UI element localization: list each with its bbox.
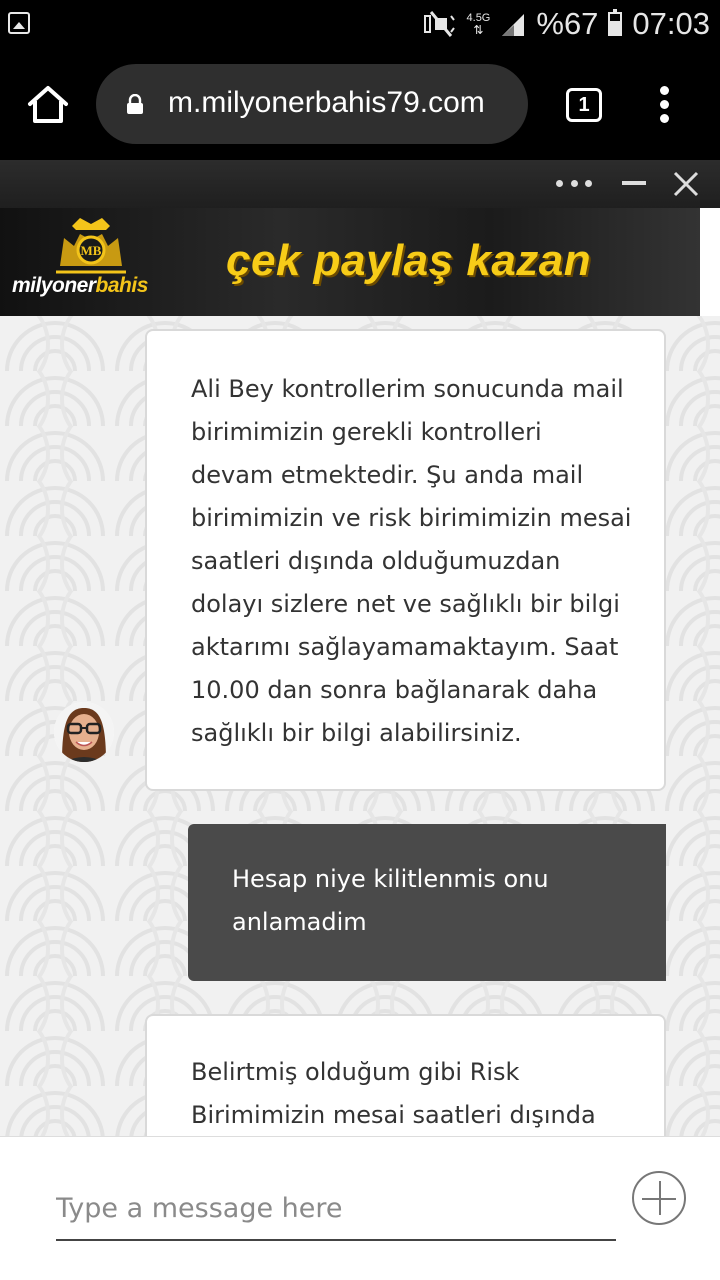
message-input[interactable] [56,1177,616,1241]
chat-window-header [0,160,720,208]
add-icon[interactable] [632,1171,686,1225]
agent-message: Belirtmiş olduğum gibi Risk Birimimizin … [145,1014,666,1136]
close-icon[interactable] [672,170,700,198]
agent-message: Ali Bey kontrollerim sonucunda mail biri… [145,329,666,791]
svg-text:MB: MB [81,243,102,258]
chat-messages[interactable]: Ali Bey kontrollerim sonucunda mail biri… [0,316,720,1136]
browser-toolbar: m.milyonerbahis79.com 1 [0,48,720,160]
address-bar[interactable]: m.milyonerbahis79.com [96,64,528,144]
message-line: Hesap niye kilitlenmis onu [232,865,549,893]
message-line: saatleri dışında olduğumuzdan [191,547,561,575]
agent-avatar [54,702,114,762]
minimize-icon[interactable] [622,181,646,185]
message-line: 10.00 dan sonra bağlanarak daha [191,676,598,704]
gallery-icon [8,12,30,34]
url-text[interactable]: m.milyonerbahis79.com [168,86,485,120]
user-message: Hesap niye kilitlenmis onu anlamadim [188,824,666,981]
message-composer [0,1136,720,1280]
message-line: Ali Bey kontrollerim sonucunda mail [191,375,624,403]
more-dots-icon[interactable] [556,180,592,188]
message-line: aktarımı sağlayamamaktayım. Saat [191,633,619,661]
promo-banner[interactable]: MB milyonerbahis çek paylaş kazan [0,208,700,316]
lock-icon [127,94,143,114]
message-line: devam etmektedir. Şu anda mail [191,461,584,489]
message-line: birimimizin gerekli kontrolleri [191,418,542,446]
banner-edge [700,208,720,316]
screen: 4.5G ⇅ %67 07:03 m.milyonerbahis79.com 1 [0,0,720,1280]
battery-icon [608,9,623,36]
signal-icon [502,14,525,36]
overflow-menu-icon[interactable] [656,86,672,124]
banner-slogan: çek paylaş kazan [226,236,592,285]
crown-logo-icon: MB [56,218,126,274]
message-line: anlamadim [232,908,367,936]
message-line: sağlıklı bir bilgi alabilirsiniz. [191,719,522,747]
tabs-button[interactable]: 1 [566,88,602,122]
data-arrows-icon: 4.5G ⇅ [466,12,491,37]
battery-percent: %67 [536,6,599,41]
message-line: birimimizin ve risk birimimizin mesai [191,504,632,532]
clock: 07:03 [632,6,710,41]
status-bar: 4.5G ⇅ %67 07:03 [0,0,720,48]
brand-logo: milyonerbahis [12,274,148,297]
home-icon[interactable] [26,84,70,124]
message-line: Birimimizin mesai saatleri dışında [191,1101,596,1129]
message-line: dolayı sizlere net ve sağlıklı bir bilgi [191,590,620,618]
mute-icon [423,11,455,37]
message-line: Belirtmiş olduğum gibi Risk [191,1058,520,1086]
